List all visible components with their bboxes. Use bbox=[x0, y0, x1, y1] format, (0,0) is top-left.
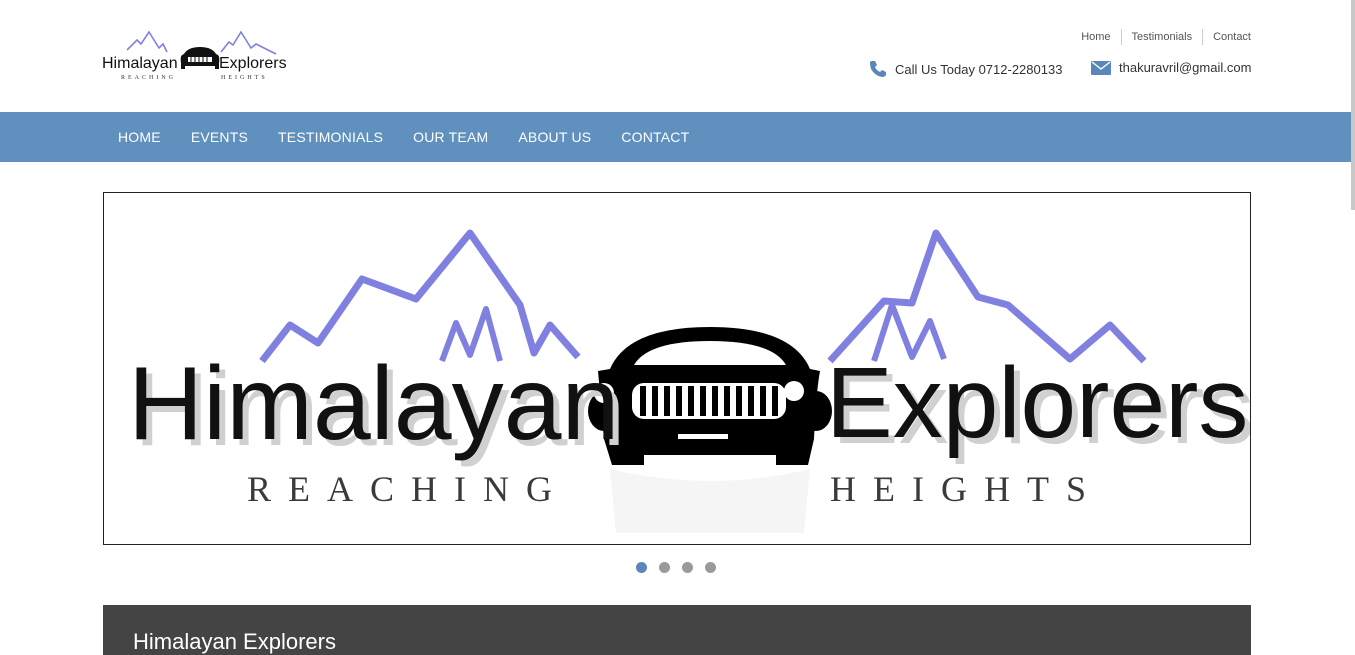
slider-pagination bbox=[636, 562, 728, 573]
top-link-home[interactable]: Home bbox=[1071, 31, 1120, 43]
banner-tagline-left: REACHING bbox=[247, 469, 569, 509]
phone-text: Call Us Today 0712-2280133 bbox=[895, 61, 1063, 77]
intro-panel: Himalayan Explorers bbox=[103, 605, 1251, 655]
slider-dot-1[interactable] bbox=[636, 562, 647, 573]
site-logo[interactable]: Himalayan Explorers REACHING HEIGHTS bbox=[101, 30, 291, 82]
logo-mountain-left bbox=[126, 30, 168, 53]
nav-testimonials[interactable]: TESTIMONIALS bbox=[263, 129, 398, 145]
page-scrollbar[interactable] bbox=[1351, 0, 1355, 210]
slider-dot-2[interactable] bbox=[659, 562, 670, 573]
nav-our-team[interactable]: OUR TEAM bbox=[398, 129, 503, 145]
slider-dot-3[interactable] bbox=[682, 562, 693, 573]
banner-tagline-right: HEIGHTS bbox=[830, 469, 1103, 509]
top-links: Home Testimonials Contact bbox=[1071, 29, 1251, 45]
email-contact: thakuravril@gmail.com bbox=[1091, 60, 1251, 75]
car-icon bbox=[180, 47, 220, 69]
banner-word-right: Explorers bbox=[826, 347, 1248, 459]
nav-events[interactable]: EVENTS bbox=[176, 129, 263, 145]
intro-panel-title: Himalayan Explorers bbox=[133, 629, 336, 654]
envelope-icon bbox=[1091, 60, 1111, 75]
slider-dot-4[interactable] bbox=[705, 562, 716, 573]
top-link-testimonials[interactable]: Testimonials bbox=[1122, 31, 1203, 43]
site-header: Himalayan Explorers REACHING HEIGHTS Hom… bbox=[0, 0, 1355, 112]
logo-tagline-left: REACHING bbox=[121, 75, 176, 81]
phone-icon bbox=[870, 61, 886, 77]
banner-word-left: Himalayan bbox=[128, 346, 619, 462]
main-navbar: HOME EVENTS TESTIMONIALS OUR TEAM ABOUT … bbox=[0, 112, 1355, 162]
hero-slider[interactable]: Himalayan Himalayan Explorers Explorers … bbox=[103, 192, 1251, 545]
nav-about-us[interactable]: ABOUT US bbox=[503, 129, 606, 145]
nav-contact[interactable]: CONTACT bbox=[606, 129, 704, 145]
nav-home[interactable]: HOME bbox=[103, 129, 176, 145]
email-link[interactable]: thakuravril@gmail.com bbox=[1119, 60, 1251, 75]
logo-graphic: Himalayan Explorers REACHING HEIGHTS bbox=[102, 30, 287, 81]
logo-mountain-right bbox=[220, 30, 277, 55]
banner-mountain-left bbox=[259, 229, 581, 364]
logo-word-right: Explorers bbox=[219, 55, 287, 72]
logo-tagline-right: HEIGHTS bbox=[221, 75, 268, 81]
top-link-contact[interactable]: Contact bbox=[1203, 31, 1251, 43]
phone-contact: Call Us Today 0712-2280133 bbox=[869, 60, 1062, 78]
logo-word-left: Himalayan bbox=[102, 55, 178, 72]
hero-banner-image: Himalayan Himalayan Explorers Explorers … bbox=[128, 229, 1250, 533]
